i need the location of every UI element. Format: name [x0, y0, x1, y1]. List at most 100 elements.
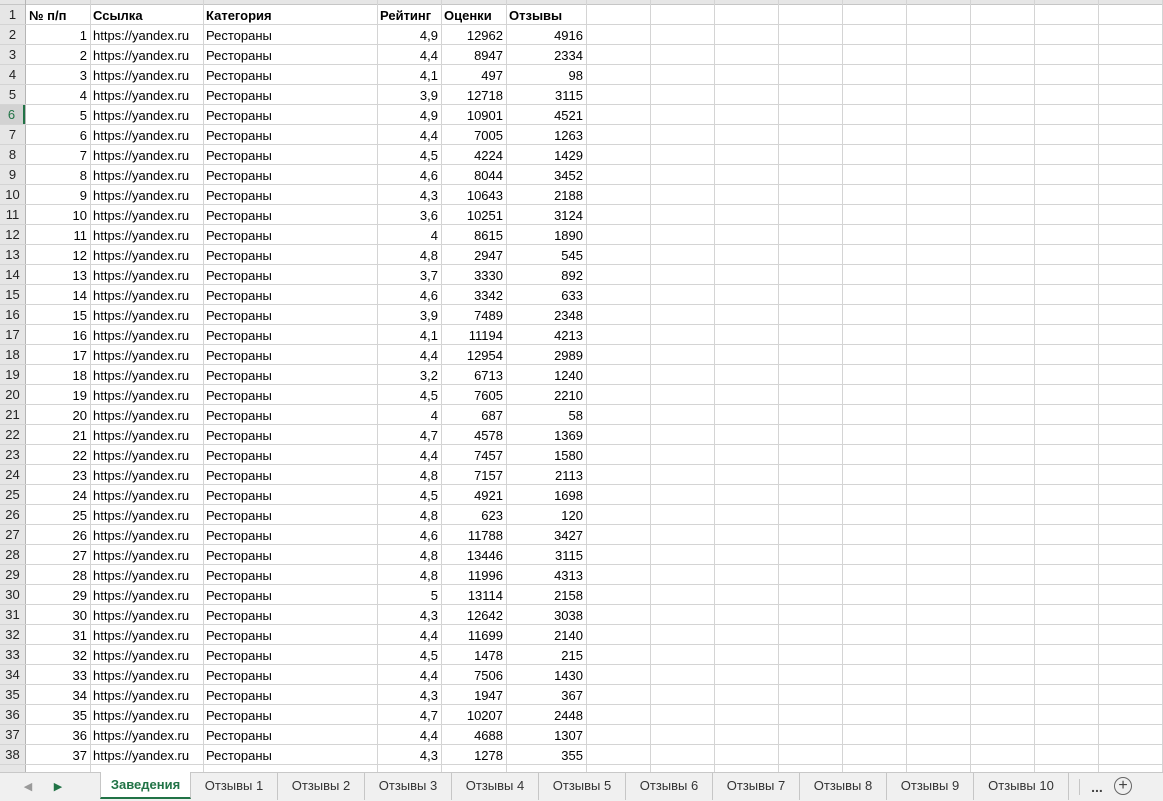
- data-cell[interactable]: 4,3: [377, 745, 441, 764]
- data-cell[interactable]: 14: [26, 285, 90, 304]
- data-cell[interactable]: https://yandex.ru: [90, 25, 203, 44]
- data-cell[interactable]: 34: [26, 685, 90, 704]
- data-cell[interactable]: 4,7: [377, 425, 441, 444]
- data-cell[interactable]: 25: [26, 505, 90, 524]
- data-cell[interactable]: https://yandex.ru: [90, 125, 203, 144]
- data-cell[interactable]: 4,8: [377, 545, 441, 564]
- data-cell[interactable]: 3,6: [377, 205, 441, 224]
- data-cell[interactable]: 36: [26, 725, 90, 744]
- data-cell[interactable]: 12: [26, 245, 90, 264]
- data-cell[interactable]: 10: [26, 205, 90, 224]
- data-cell[interactable]: 4,5: [377, 145, 441, 164]
- data-cell[interactable]: 4,7: [377, 705, 441, 724]
- row-number[interactable]: 3: [0, 45, 25, 64]
- row-number[interactable]: 34: [0, 665, 25, 684]
- data-cell[interactable]: https://yandex.ru: [90, 45, 203, 64]
- data-cell[interactable]: 4,4: [377, 725, 441, 744]
- data-cell[interactable]: 10901: [441, 105, 506, 124]
- data-cell[interactable]: 215: [506, 645, 586, 664]
- data-cell[interactable]: 2989: [506, 345, 586, 364]
- sheet-tab[interactable]: Отзывы 7: [713, 773, 800, 800]
- data-cell[interactable]: Рестораны: [203, 25, 377, 44]
- data-cell[interactable]: 3,9: [377, 85, 441, 104]
- data-cell[interactable]: Рестораны: [203, 85, 377, 104]
- data-cell[interactable]: 4,3: [377, 185, 441, 204]
- data-cell[interactable]: 3: [26, 65, 90, 84]
- row-number[interactable]: 15: [0, 285, 25, 304]
- more-sheets-button[interactable]: ...: [1089, 777, 1105, 797]
- row-number[interactable]: 12: [0, 225, 25, 244]
- data-cell[interactable]: 5: [26, 105, 90, 124]
- data-cell[interactable]: 2348: [506, 305, 586, 324]
- data-cell[interactable]: 1430: [506, 665, 586, 684]
- spreadsheet-grid[interactable]: 1 № п/п Ссылка Категория Рейтинг Оценки Отзывы…: [0, 0, 1163, 772]
- data-cell[interactable]: Рестораны: [203, 465, 377, 484]
- data-cell[interactable]: 10207: [441, 705, 506, 724]
- data-cell[interactable]: 6: [26, 125, 90, 144]
- data-cell[interactable]: https://yandex.ru: [90, 65, 203, 84]
- data-cell[interactable]: 7605: [441, 385, 506, 404]
- data-cell[interactable]: https://yandex.ru: [90, 165, 203, 184]
- data-cell[interactable]: 1478: [441, 645, 506, 664]
- data-cell[interactable]: 4,8: [377, 565, 441, 584]
- row-number[interactable]: 16: [0, 305, 25, 324]
- data-cell[interactable]: https://yandex.ru: [90, 445, 203, 464]
- row-number[interactable]: [0, 765, 25, 772]
- row-number[interactable]: 29: [0, 565, 25, 584]
- row-number[interactable]: 7: [0, 125, 25, 144]
- data-cell[interactable]: 1947: [441, 685, 506, 704]
- data-cell[interactable]: 4,4: [377, 45, 441, 64]
- data-cell[interactable]: Рестораны: [203, 745, 377, 764]
- sheet-tab[interactable]: Отзывы 4: [452, 773, 539, 800]
- data-cell[interactable]: Рестораны: [203, 165, 377, 184]
- data-cell[interactable]: 1240: [506, 365, 586, 384]
- data-cell[interactable]: Рестораны: [203, 105, 377, 124]
- row-number[interactable]: 31: [0, 605, 25, 624]
- data-cell[interactable]: 4: [377, 225, 441, 244]
- data-cell[interactable]: 3115: [506, 545, 586, 564]
- column-header-cell[interactable]: Категория: [203, 5, 377, 24]
- data-cell[interactable]: https://yandex.ru: [90, 565, 203, 584]
- data-cell[interactable]: Рестораны: [203, 525, 377, 544]
- data-cell[interactable]: https://yandex.ru: [90, 465, 203, 484]
- data-cell[interactable]: 4: [26, 85, 90, 104]
- row-number[interactable]: 33: [0, 645, 25, 664]
- data-cell[interactable]: 12962: [441, 25, 506, 44]
- data-cell[interactable]: 4916: [506, 25, 586, 44]
- data-cell[interactable]: 30: [26, 605, 90, 624]
- data-cell[interactable]: 1698: [506, 485, 586, 504]
- data-cell[interactable]: 13: [26, 265, 90, 284]
- sheet-tab[interactable]: Отзывы 8: [800, 773, 887, 800]
- data-cell[interactable]: 1580: [506, 445, 586, 464]
- data-cell[interactable]: Рестораны: [203, 545, 377, 564]
- row-number[interactable]: 14: [0, 265, 25, 284]
- data-cell[interactable]: 13114: [441, 585, 506, 604]
- data-cell[interactable]: 355: [506, 745, 586, 764]
- data-cell[interactable]: 3115: [506, 85, 586, 104]
- data-cell[interactable]: 33: [26, 665, 90, 684]
- data-cell[interactable]: Рестораны: [203, 345, 377, 364]
- data-cell[interactable]: 2113: [506, 465, 586, 484]
- data-cell[interactable]: 4,1: [377, 65, 441, 84]
- row-number[interactable]: 37: [0, 725, 25, 744]
- data-cell[interactable]: https://yandex.ru: [90, 145, 203, 164]
- data-cell[interactable]: 15: [26, 305, 90, 324]
- row-number[interactable]: 9: [0, 165, 25, 184]
- data-cell[interactable]: 20: [26, 405, 90, 424]
- data-cell[interactable]: 3,2: [377, 365, 441, 384]
- row-number[interactable]: 19: [0, 365, 25, 384]
- column-header-cell[interactable]: № п/п: [26, 5, 90, 24]
- data-cell[interactable]: 7005: [441, 125, 506, 144]
- data-cell[interactable]: Рестораны: [203, 65, 377, 84]
- data-cell[interactable]: 23: [26, 465, 90, 484]
- data-cell[interactable]: 11996: [441, 565, 506, 584]
- data-cell[interactable]: 2210: [506, 385, 586, 404]
- data-cell[interactable]: 4,9: [377, 105, 441, 124]
- data-cell[interactable]: Рестораны: [203, 185, 377, 204]
- data-cell[interactable]: 4,3: [377, 605, 441, 624]
- data-cell[interactable]: 4213: [506, 325, 586, 344]
- data-cell[interactable]: 892: [506, 265, 586, 284]
- data-cell[interactable]: https://yandex.ru: [90, 225, 203, 244]
- data-cell[interactable]: https://yandex.ru: [90, 385, 203, 404]
- data-cell[interactable]: 24: [26, 485, 90, 504]
